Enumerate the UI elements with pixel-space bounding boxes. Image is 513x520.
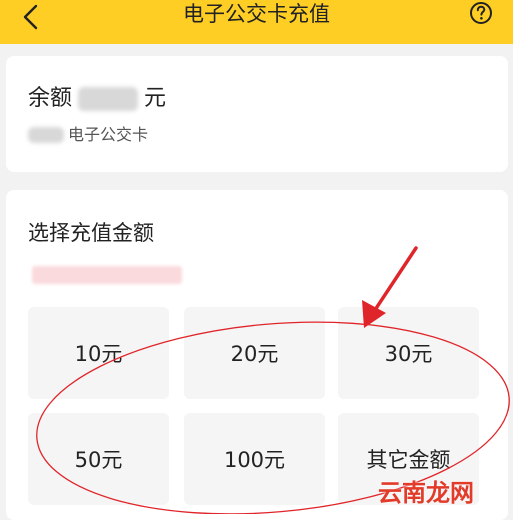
amount-option-30[interactable]: 30元 — [338, 307, 479, 399]
page-title: 电子公交卡充值 — [183, 2, 330, 26]
amount-option-label: 30元 — [384, 342, 433, 366]
amount-option-50[interactable]: 50元 — [28, 413, 169, 505]
help-button[interactable] — [468, 0, 494, 26]
amount-option-10[interactable]: 10元 — [28, 307, 169, 399]
amount-option-label: 10元 — [74, 342, 123, 366]
watermark: 云南龙网 — [378, 478, 474, 507]
amount-option-label: 100元 — [223, 448, 286, 472]
balance-card: 余额 元 电子公交卡 — [6, 56, 508, 172]
balance-row: 余额 元 — [28, 84, 166, 114]
question-circle-icon — [470, 2, 492, 24]
recharge-title: 选择充值金额 — [28, 221, 154, 245]
amount-option-label: 50元 — [74, 448, 123, 472]
card-name: 电子公交卡 — [68, 125, 149, 144]
balance-amount-redacted — [78, 87, 139, 111]
amount-option-100[interactable]: 100元 — [184, 413, 325, 505]
chevron-left-icon — [23, 4, 38, 30]
promo-banner-redacted — [32, 266, 182, 284]
balance-label: 余额 — [28, 86, 73, 111]
card-number-redacted — [28, 127, 64, 143]
amount-option-20[interactable]: 20元 — [184, 307, 325, 399]
header-bar: 电子公交卡充值 — [0, 0, 513, 44]
back-button[interactable] — [14, 0, 48, 34]
card-info-row: 电子公交卡 — [28, 124, 148, 146]
amount-option-label: 20元 — [230, 342, 279, 366]
balance-unit: 元 — [144, 86, 167, 111]
